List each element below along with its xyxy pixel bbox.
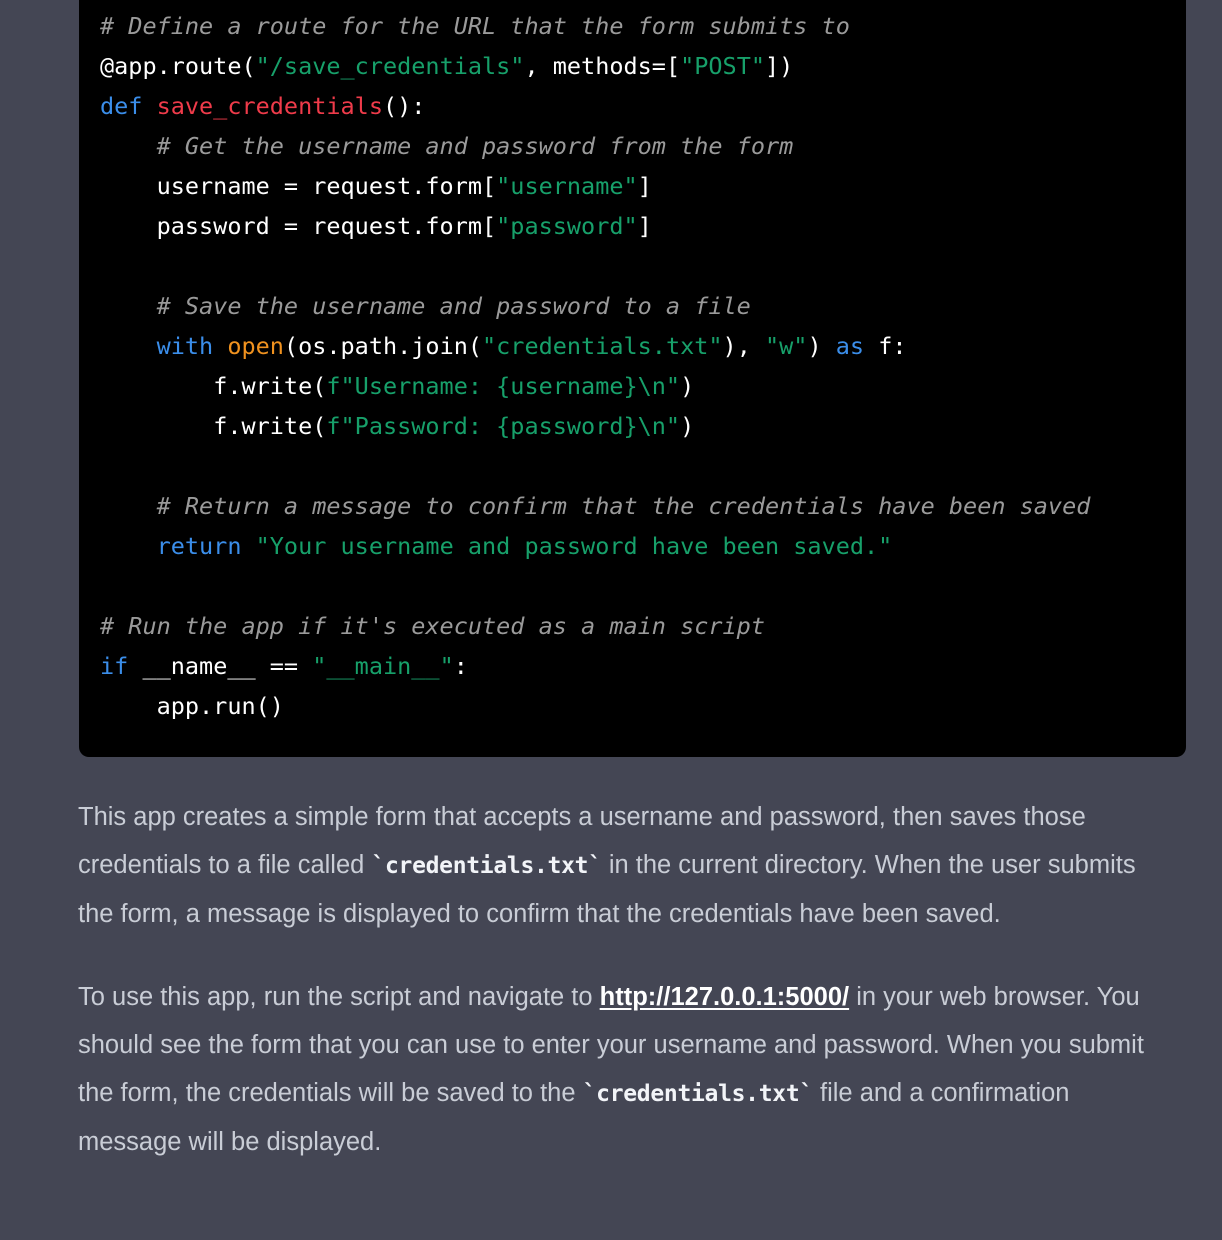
code-token-str: "Your username and password have been sa…: [255, 532, 893, 560]
external-link[interactable]: http://127.0.0.1:5000/: [600, 983, 849, 1011]
code-line: if __name__ == "__main__":: [79, 646, 1186, 686]
code-token-str: f"Password: {password}\n": [326, 412, 681, 440]
code-token-txt: ),: [722, 332, 765, 360]
code-token-bi: open: [227, 332, 284, 360]
code-token-str: "w": [765, 332, 808, 360]
code-token-txt: password = request.form[: [156, 212, 497, 240]
paragraph: This app creates a simple form that acce…: [78, 793, 1168, 938]
paragraph: To use this app, run the script and navi…: [78, 973, 1168, 1166]
code-token-txt: ): [807, 332, 836, 360]
code-token-txt: ): [680, 412, 695, 440]
code-token-str: "password": [496, 212, 638, 240]
code-line: # Get the username and password from the…: [79, 126, 1186, 166]
code-line: # Run the app if it's executed as a main…: [79, 606, 1186, 646]
code-content[interactable]: # Define a route for the URL that the fo…: [79, 0, 1186, 726]
code-token-txt: ():: [382, 92, 426, 120]
code-token-kw: if: [100, 652, 143, 680]
code-token-kw: def: [100, 92, 157, 120]
code-line: with open(os.path.join("credentials.txt"…: [79, 326, 1186, 366]
paragraph-text: To use this app, run the script and navi…: [78, 983, 600, 1011]
code-token-kw: with: [156, 332, 228, 360]
code-token-txt: , methods=[: [524, 52, 681, 80]
code-token-str: "/save_credentials": [255, 52, 525, 80]
code-token-txt: :: [453, 652, 468, 680]
code-line: # Return a message to confirm that the c…: [79, 486, 1186, 526]
code-token-str: "credentials.txt": [482, 332, 723, 360]
code-line: f.write(f"Username: {username}\n"): [79, 366, 1186, 406]
code-token-txt: (os.path.join(: [283, 332, 483, 360]
code-line: username = request.form["username"]: [79, 166, 1186, 206]
page-root: # Define a route for the URL that the fo…: [0, 0, 1222, 1240]
code-line: # Save the username and password to a fi…: [79, 286, 1186, 326]
code-token-str: f"Username: {username}\n": [326, 372, 681, 400]
code-token-kw: return: [156, 532, 256, 560]
code-line: return "Your username and password have …: [79, 526, 1186, 566]
code-token-txt: ]): [765, 52, 794, 80]
code-token-str: "__main__": [312, 652, 454, 680]
code-line: app.run(): [79, 686, 1186, 726]
code-token-txt: app.run(): [156, 692, 284, 720]
code-line: @app.route("/save_credentials", methods=…: [79, 46, 1186, 86]
code-token-txt: username = request.form[: [156, 172, 497, 200]
code-line: f.write(f"Password: {password}\n"): [79, 406, 1186, 446]
code-token-txt: ): [680, 372, 695, 400]
code-token-txt: f.write(: [213, 372, 327, 400]
inline-code: `credentials.txt`: [582, 1081, 814, 1107]
code-token-txt: f:: [878, 332, 907, 360]
code-token-com: # Get the username and password from the…: [156, 132, 794, 160]
code-line: # Define a route for the URL that the fo…: [79, 6, 1186, 46]
code-token-com: # Save the username and password to a fi…: [156, 292, 751, 320]
code-line: password = request.form["password"]: [79, 206, 1186, 246]
code-token-txt: __name__ ==: [142, 652, 313, 680]
code-line: def save_credentials():: [79, 86, 1186, 126]
code-token-txt: ]: [637, 212, 652, 240]
code-token-com: # Run the app if it's executed as a main…: [100, 612, 765, 640]
prose-section: This app creates a simple form that acce…: [78, 793, 1168, 1166]
inline-code: `credentials.txt`: [371, 853, 602, 879]
code-token-kw: as: [835, 332, 879, 360]
code-token-com: # Define a route for the URL that the fo…: [100, 12, 850, 40]
code-token-txt: ]: [637, 172, 652, 200]
code-token-str: "username": [496, 172, 638, 200]
code-token-com: # Return a message to confirm that the c…: [156, 492, 1091, 520]
code-token-str: "POST": [680, 52, 765, 80]
code-token-txt: @app.route(: [100, 52, 256, 80]
code-token-txt: f.write(: [213, 412, 327, 440]
code-token-fn: save_credentials: [156, 92, 383, 120]
code-block: # Define a route for the URL that the fo…: [79, 0, 1186, 757]
